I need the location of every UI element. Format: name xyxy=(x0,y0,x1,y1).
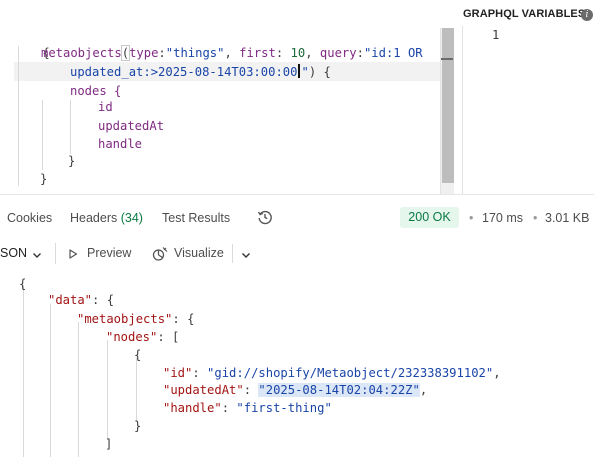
chevron-down-icon[interactable] xyxy=(240,249,252,261)
code-line-9: } xyxy=(40,172,48,186)
indent-guide xyxy=(42,100,43,170)
indent-guide xyxy=(78,322,79,457)
editor-scrollbar-thumb[interactable] xyxy=(442,28,454,183)
json-line: "handle": "first-thing" xyxy=(163,401,332,415)
response-size[interactable]: 3.01 KB xyxy=(545,211,589,225)
graphql-variables-title: GRAPHQL VARIABLES xyxy=(463,8,586,20)
tab-headers[interactable]: Headers (34) xyxy=(70,211,143,225)
visualize-icon[interactable] xyxy=(152,246,168,262)
indent-guide xyxy=(50,304,51,457)
json-line: } xyxy=(134,419,142,433)
status-badge[interactable]: 200 OK xyxy=(400,207,459,228)
json-line: "metaobjects": { xyxy=(77,312,195,326)
code-line-5: id xyxy=(98,100,113,114)
scrollbar-position-marker xyxy=(441,58,453,60)
chevron-down-icon[interactable] xyxy=(31,249,43,261)
code-line-2: metaobjects(type:"things", first: 10, qu… xyxy=(41,45,423,61)
preview-button[interactable]: Preview xyxy=(87,246,131,260)
code-line-4: nodes { xyxy=(70,84,122,98)
response-body[interactable]: { "data": { "metaobjects": { "nodes": [ … xyxy=(0,270,594,457)
json-line: { xyxy=(19,277,27,291)
code-line-6: updatedAt xyxy=(98,119,165,133)
toolbar-divider xyxy=(232,244,233,263)
format-dropdown[interactable]: SON xyxy=(0,246,27,260)
tab-test-results[interactable]: Test Results xyxy=(162,211,230,225)
separator-dot: • xyxy=(533,211,538,225)
json-line: "data": { xyxy=(48,293,115,307)
indent-guide xyxy=(23,286,24,457)
indent-guide xyxy=(70,100,71,154)
visualize-button[interactable]: Visualize xyxy=(174,246,224,260)
query-editor[interactable]: { metaobjects(type:"things", first: 10, … xyxy=(0,0,454,194)
json-line: "updatedAt": "2025-08-14T02:04:22Z", xyxy=(163,383,428,397)
code-line-7: handle xyxy=(98,137,143,151)
separator-dot: • xyxy=(469,211,474,225)
response-time[interactable]: 170 ms xyxy=(482,211,523,225)
code-line-1: { xyxy=(42,46,50,60)
json-line: ] xyxy=(105,437,113,451)
indent-guide xyxy=(107,340,108,440)
variables-line-number: 1 xyxy=(492,28,500,42)
panel-divider[interactable] xyxy=(462,26,463,194)
tab-cookies[interactable]: Cookies xyxy=(7,211,52,225)
toolbar-divider xyxy=(55,243,56,264)
json-line: "id": "gid://shopify/Metaobject/23233839… xyxy=(163,366,501,380)
json-line: { xyxy=(134,348,142,362)
json-line: "nodes": [ xyxy=(106,330,180,344)
play-icon[interactable] xyxy=(67,248,79,260)
history-icon[interactable] xyxy=(257,209,273,225)
info-icon[interactable]: i xyxy=(581,9,593,21)
code-line-3: updated_at:>2025-08-14T03:00:00 ") { xyxy=(70,64,331,79)
indent-guide xyxy=(136,358,137,422)
code-line-8: } xyxy=(68,154,76,168)
